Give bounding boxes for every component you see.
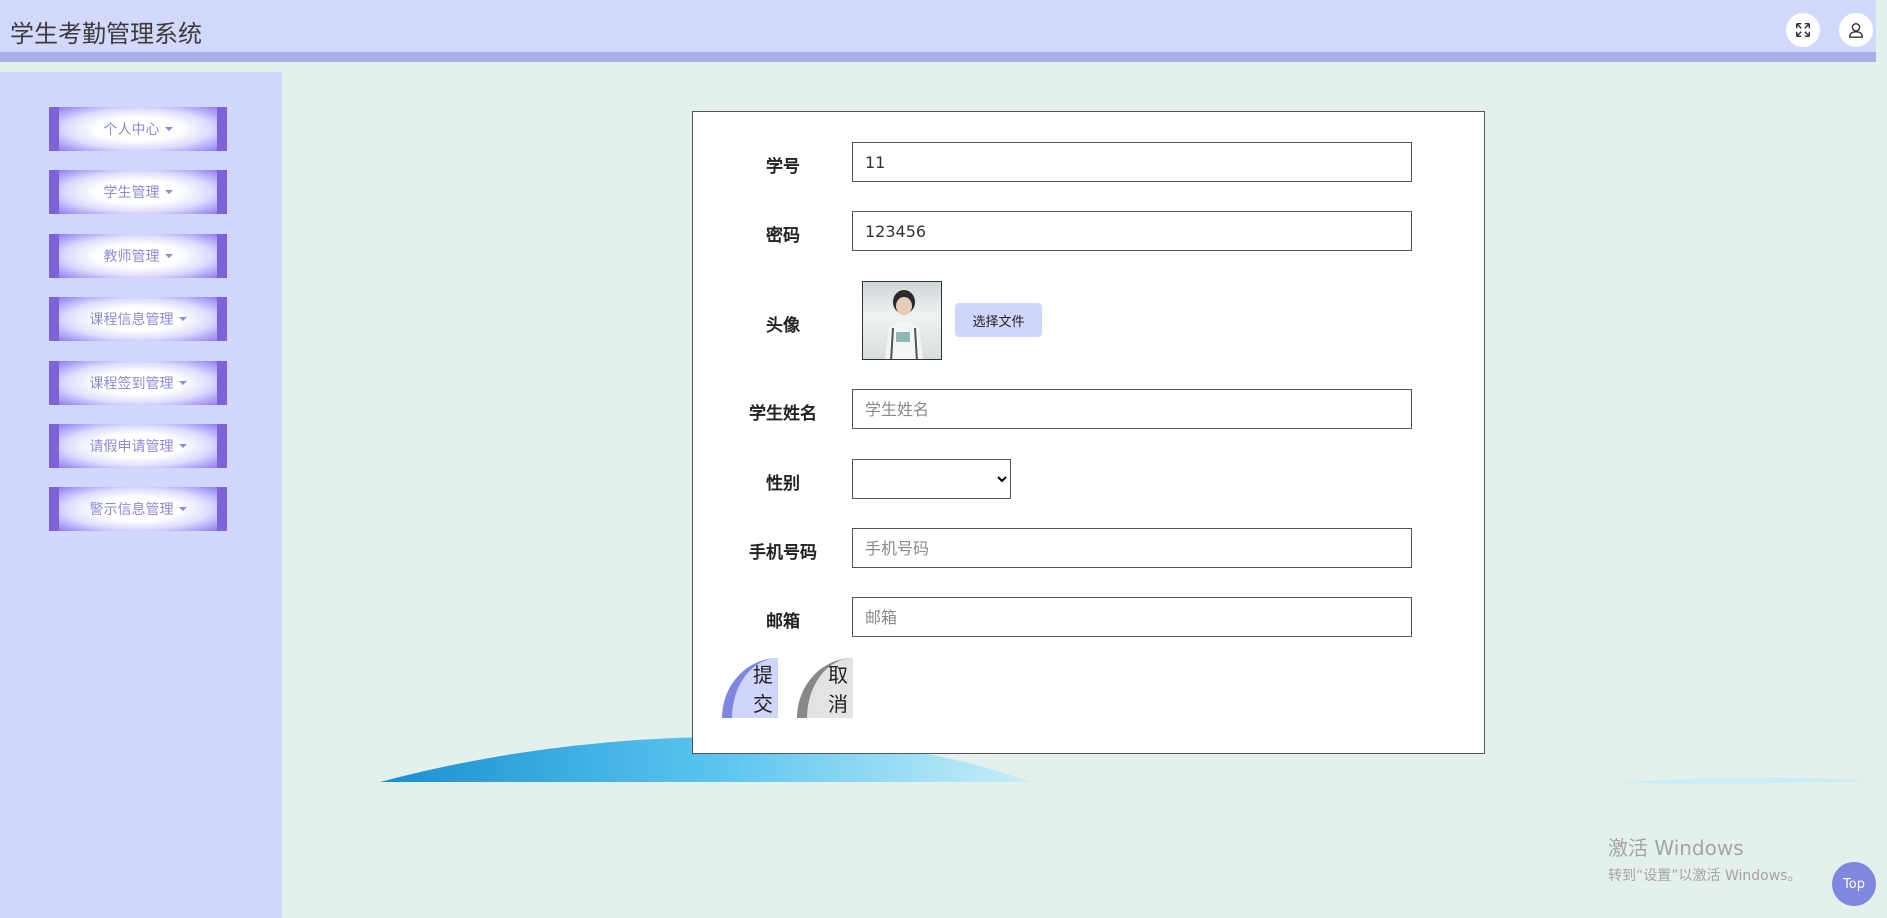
sidebar-item-label: 教师管理 bbox=[103, 249, 160, 265]
caret-down-icon bbox=[164, 190, 173, 194]
windows-activation-watermark: 激活 Windows 转到“设置”以激活 Windows。 bbox=[1608, 832, 1801, 885]
decorative-wave bbox=[1620, 777, 1870, 784]
caret-down-icon bbox=[164, 127, 173, 131]
fullscreen-icon bbox=[1795, 22, 1811, 38]
sidebar-item-personal-center[interactable]: 个人中心 bbox=[49, 107, 227, 151]
cancel-button[interactable]: 取消 bbox=[797, 658, 853, 718]
caret-down-icon bbox=[178, 444, 187, 448]
sidebar-item-label: 课程签到管理 bbox=[89, 376, 174, 392]
sidebar-item-warning-info[interactable]: 警示信息管理 bbox=[49, 487, 227, 531]
submit-button[interactable]: 提交 bbox=[722, 658, 778, 718]
person-photo-icon bbox=[885, 290, 923, 359]
gender-label: 性别 bbox=[766, 474, 800, 494]
choose-file-button[interactable]: 选择文件 bbox=[955, 303, 1042, 337]
top-header: 学生考勤管理系统 bbox=[0, 0, 1876, 62]
email-input[interactable] bbox=[852, 597, 1412, 637]
student-form: 学号 密码 头像 选择文件 学生姓名 性别 手机号码 邮箱 bbox=[692, 111, 1485, 754]
avatar-label: 头像 bbox=[766, 316, 800, 336]
caret-down-icon bbox=[164, 254, 173, 258]
student-name-label: 学生姓名 bbox=[749, 404, 817, 424]
fullscreen-button[interactable] bbox=[1786, 13, 1820, 47]
sidebar-item-label: 警示信息管理 bbox=[89, 502, 174, 518]
app-title: 学生考勤管理系统 bbox=[10, 20, 202, 48]
watermark-title: 激活 Windows bbox=[1608, 836, 1744, 860]
sidebar-item-leave-request[interactable]: 请假申请管理 bbox=[49, 424, 227, 468]
sidebar-item-course-info[interactable]: 课程信息管理 bbox=[49, 297, 227, 341]
sidebar-item-course-signin[interactable]: 课程签到管理 bbox=[49, 361, 227, 405]
email-label: 邮箱 bbox=[766, 612, 800, 632]
back-to-top-button[interactable]: Top bbox=[1832, 862, 1876, 906]
student-name-input[interactable] bbox=[852, 389, 1412, 429]
sidebar-item-label: 个人中心 bbox=[103, 122, 160, 138]
sidebar-item-label: 学生管理 bbox=[103, 185, 160, 201]
student-id-label: 学号 bbox=[766, 157, 800, 177]
sidebar-item-student-management[interactable]: 学生管理 bbox=[49, 170, 227, 214]
user-icon bbox=[1849, 23, 1863, 38]
phone-input[interactable] bbox=[852, 528, 1412, 568]
sidebar-item-teacher-management[interactable]: 教师管理 bbox=[49, 234, 227, 278]
student-id-input[interactable] bbox=[852, 142, 1412, 182]
user-button[interactable] bbox=[1839, 13, 1873, 47]
watermark-subtitle: 转到“设置”以激活 Windows。 bbox=[1608, 868, 1802, 884]
password-label: 密码 bbox=[766, 226, 800, 246]
avatar-image bbox=[862, 281, 942, 360]
phone-label: 手机号码 bbox=[749, 543, 817, 563]
caret-down-icon bbox=[178, 507, 187, 511]
gender-select[interactable] bbox=[852, 459, 1011, 499]
caret-down-icon bbox=[178, 317, 187, 321]
sidebar: 个人中心 学生管理 教师管理 课程信息管理 课程签到管理 请假申请管理 警示信息… bbox=[0, 72, 282, 918]
sidebar-item-label: 课程信息管理 bbox=[89, 312, 174, 328]
caret-down-icon bbox=[178, 381, 187, 385]
password-input[interactable] bbox=[852, 211, 1412, 251]
sidebar-item-label: 请假申请管理 bbox=[89, 439, 174, 455]
